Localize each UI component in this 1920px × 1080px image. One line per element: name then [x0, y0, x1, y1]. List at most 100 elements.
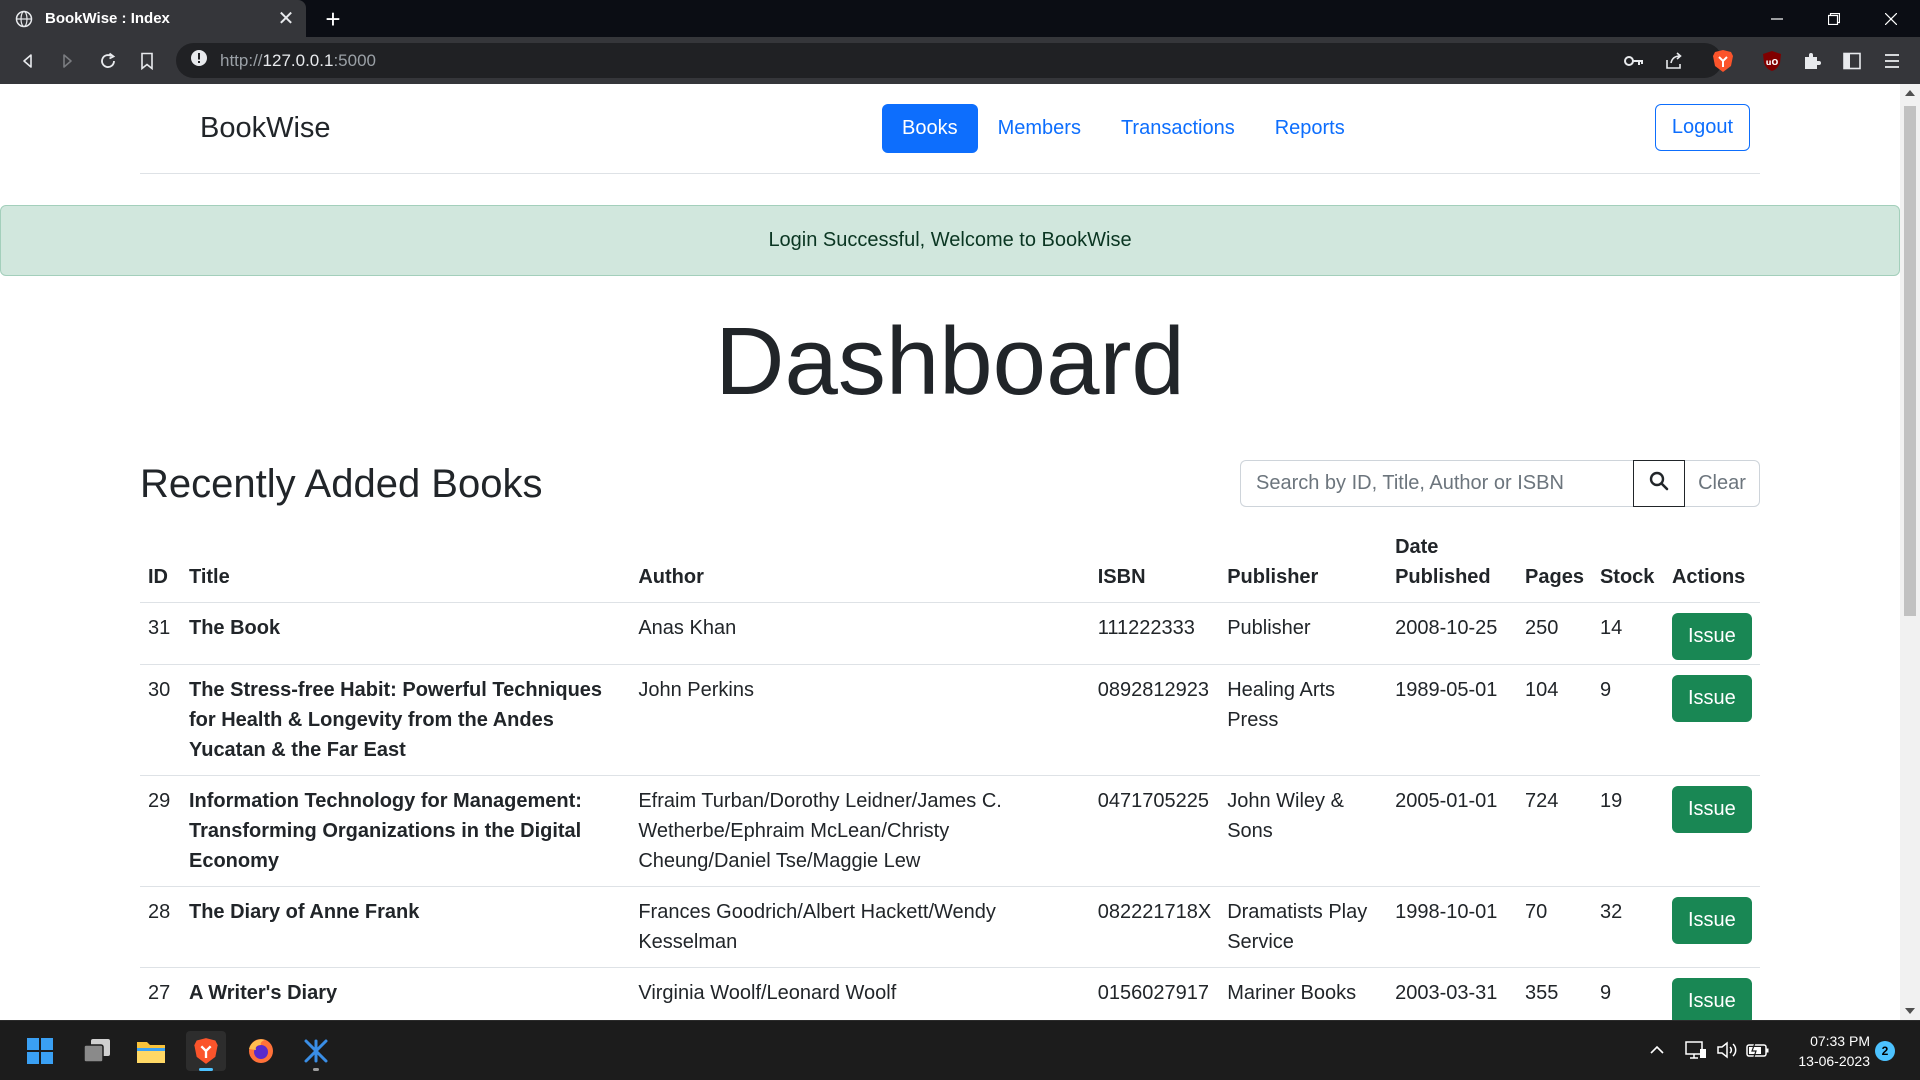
- url-host: 127.0.0.1: [262, 50, 334, 70]
- cell-author: Efraim Turban/Dorothy Leidner/James C. W…: [630, 775, 1090, 887]
- close-window-icon[interactable]: [1862, 0, 1920, 37]
- bookmark-icon[interactable]: [133, 47, 161, 75]
- firefox-icon[interactable]: [241, 1031, 281, 1071]
- key-icon[interactable]: [1620, 47, 1648, 75]
- tab-title: BookWise : Index: [45, 10, 170, 27]
- network-icon[interactable]: [1682, 1036, 1710, 1064]
- close-tab-icon[interactable]: ✕: [276, 8, 296, 30]
- address-bar[interactable]: http://127.0.0.1:5000: [176, 43, 1722, 78]
- cell-title: The Book: [180, 602, 631, 665]
- header-pages: Pages: [1517, 524, 1592, 603]
- nav-transactions[interactable]: Transactions: [1101, 104, 1255, 153]
- system-clock[interactable]: 07:33 PM 13-06-2023: [1782, 1031, 1870, 1071]
- task-view-icon[interactable]: [77, 1031, 117, 1071]
- page-viewport: BookWise Books Members Transactions Repo…: [0, 84, 1900, 1020]
- restore-window-icon[interactable]: [1805, 0, 1863, 37]
- books-table: ID Title Author ISBN Publisher Date Publ…: [140, 524, 1760, 1020]
- table-row: 29 Information Technology for Management…: [140, 775, 1760, 887]
- search-group: Clear: [1240, 460, 1760, 507]
- sidebar-icon[interactable]: [1838, 47, 1866, 75]
- minimize-window-icon[interactable]: [1748, 0, 1806, 37]
- code-editor-icon[interactable]: [296, 1031, 336, 1071]
- cell-publisher: John Wiley & Sons: [1219, 775, 1388, 887]
- cell-actions: Issue: [1663, 602, 1760, 665]
- extensions-icon[interactable]: [1798, 47, 1826, 75]
- cell-id: 31: [140, 602, 181, 665]
- cell-id: 29: [140, 775, 181, 887]
- menu-icon[interactable]: [1878, 47, 1906, 75]
- new-tab-button[interactable]: +: [318, 4, 348, 34]
- url-text: http://127.0.0.1:5000: [220, 51, 376, 71]
- cell-publisher: Dramatists Play Service: [1219, 886, 1388, 968]
- site-navbar: BookWise Books Members Transactions Repo…: [140, 84, 1760, 174]
- chevron-up-icon[interactable]: [1643, 1036, 1671, 1064]
- issue-button[interactable]: Issue: [1671, 978, 1752, 1020]
- info-icon[interactable]: [190, 49, 208, 72]
- scroll-up-icon[interactable]: [1905, 90, 1915, 96]
- volume-icon[interactable]: [1713, 1036, 1741, 1064]
- brave-browser-taskbar-icon[interactable]: [186, 1031, 226, 1071]
- search-button[interactable]: [1633, 460, 1685, 507]
- brave-shield-icon[interactable]: [1709, 47, 1737, 75]
- share-icon[interactable]: [1660, 47, 1688, 75]
- cell-date: 1998-10-01: [1387, 886, 1518, 968]
- cell-publisher: Mariner Books: [1219, 967, 1388, 1020]
- clock-time: 07:33 PM: [1810, 1033, 1870, 1049]
- cell-stock: 32: [1591, 886, 1664, 968]
- cell-publisher: Publisher: [1219, 602, 1388, 665]
- browser-tab[interactable]: BookWise : Index ✕: [0, 0, 306, 37]
- cell-title: Information Technology for Management: T…: [180, 775, 631, 887]
- table-row: 31 The Book Anas Khan 111222333 Publishe…: [140, 602, 1760, 665]
- svg-text:uO: uO: [1766, 58, 1779, 67]
- cell-actions: Issue: [1663, 886, 1760, 968]
- cell-pages: 724: [1517, 775, 1592, 887]
- search-input[interactable]: [1240, 460, 1633, 507]
- issue-button[interactable]: Issue: [1671, 897, 1752, 944]
- reload-icon[interactable]: [94, 47, 122, 75]
- clear-button[interactable]: Clear: [1685, 460, 1760, 507]
- logout-button[interactable]: Logout: [1655, 104, 1750, 151]
- notification-badge[interactable]: 2: [1875, 1041, 1895, 1061]
- scrollbar-thumb[interactable]: [1904, 106, 1916, 616]
- cell-title: The Stress-free Habit: Powerful Techniqu…: [180, 664, 631, 776]
- cell-author: Anas Khan: [630, 602, 1090, 665]
- browser-tab-bar: BookWise : Index ✕ +: [0, 0, 1920, 37]
- table-row: 30 The Stress-free Habit: Powerful Techn…: [140, 664, 1760, 776]
- page-title: Dashboard: [715, 308, 1185, 415]
- success-alert: Login Successful, Welcome to BookWise: [0, 205, 1900, 276]
- cell-pages: 70: [1517, 886, 1592, 968]
- header-date-published: Date Published: [1387, 524, 1518, 603]
- cell-isbn: 0471705225: [1089, 775, 1220, 887]
- forward-icon[interactable]: [53, 47, 81, 75]
- header-publisher: Publisher: [1219, 524, 1388, 603]
- url-port: :5000: [333, 50, 376, 70]
- cell-actions: Issue: [1663, 775, 1760, 887]
- cell-date: 2005-01-01: [1387, 775, 1518, 887]
- cell-title: The Diary of Anne Frank: [180, 886, 631, 968]
- header-title: Title: [180, 524, 631, 603]
- nav-reports[interactable]: Reports: [1255, 104, 1365, 153]
- issue-button[interactable]: Issue: [1671, 675, 1752, 722]
- header-isbn: ISBN: [1089, 524, 1220, 603]
- brand-logo[interactable]: BookWise: [200, 112, 331, 145]
- cell-author: Virginia Woolf/Leonard Woolf: [630, 967, 1090, 1020]
- cell-isbn: 0892812923: [1089, 664, 1220, 776]
- windows-start-icon[interactable]: [20, 1031, 60, 1071]
- cell-date: 1989-05-01: [1387, 664, 1518, 776]
- cell-publisher: Healing Arts Press: [1219, 664, 1388, 776]
- issue-button[interactable]: Issue: [1671, 613, 1752, 660]
- nav-books[interactable]: Books: [882, 104, 978, 153]
- nav-members[interactable]: Members: [978, 104, 1101, 153]
- table-row: 27 A Writer's Diary Virginia Woolf/Leona…: [140, 967, 1760, 1020]
- running-app-indicator: [313, 1068, 319, 1071]
- cell-pages: 355: [1517, 967, 1592, 1020]
- file-explorer-icon[interactable]: [131, 1031, 171, 1071]
- issue-button[interactable]: Issue: [1671, 786, 1752, 833]
- scroll-down-icon[interactable]: [1905, 1008, 1915, 1014]
- cell-actions: Issue: [1663, 967, 1760, 1020]
- globe-icon: [15, 10, 33, 28]
- ublock-origin-icon[interactable]: uO: [1758, 47, 1786, 75]
- battery-icon[interactable]: [1744, 1036, 1772, 1064]
- back-icon[interactable]: [14, 47, 42, 75]
- page-scrollbar[interactable]: [1900, 84, 1920, 1020]
